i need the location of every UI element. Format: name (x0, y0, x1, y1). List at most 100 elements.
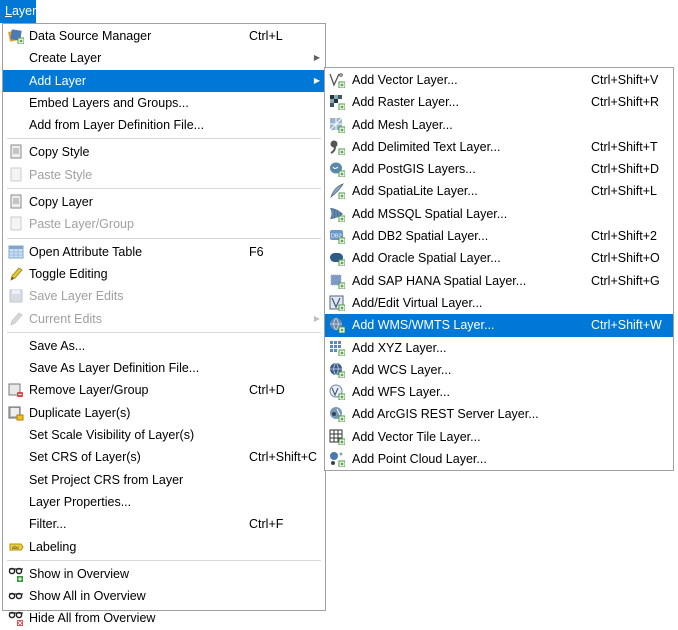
menu-item-copy-layer[interactable]: Copy Layer (3, 191, 325, 213)
menu-item-add-wms-wmts[interactable]: Add WMS/WMTS Layer... Ctrl+Shift+W (325, 314, 673, 337)
menu-item-label: Set Project CRS from Layer (29, 472, 184, 487)
menu-item-shortcut: Ctrl+Shift+2 (591, 229, 658, 244)
menu-item-label: Save Layer Edits (29, 289, 124, 304)
menu-item-label: Hide All from Overview (29, 611, 156, 626)
xyz-icon (329, 340, 345, 356)
copy-style-icon (8, 144, 24, 160)
menu-item-shortcut: Ctrl+Shift+D (591, 162, 660, 177)
menu-item-open-attribute-table[interactable]: Open Attribute Table F6 (3, 241, 325, 263)
menu-item-add-raster[interactable]: Add Raster Layer... Ctrl+Shift+R (325, 91, 673, 113)
menu-item-add-delimited-text[interactable]: Add Delimited Text Layer... Ctrl+Shift+T (325, 136, 673, 158)
menu-item-add-mssql[interactable]: Add MSSQL Spatial Layer... (325, 203, 673, 225)
menu-item-duplicate-layers[interactable]: Duplicate Layer(s) (3, 402, 325, 424)
menu-item-add-oracle[interactable]: Add Oracle Spatial Layer... Ctrl+Shift+O (325, 247, 673, 269)
menu-item-add-mesh[interactable]: Add Mesh Layer... (325, 114, 673, 136)
svg-text:abc: abc (12, 545, 20, 550)
menu-item-embed-layers[interactable]: Embed Layers and Groups... (3, 92, 325, 114)
menu-item-add-point-cloud[interactable]: Add Point Cloud Layer... (325, 448, 673, 470)
menu-item-create-layer[interactable]: Create Layer ▶ (3, 47, 325, 69)
menu-separator (7, 559, 321, 561)
show-overview-icon (8, 566, 24, 582)
menu-item-shortcut: F6 (249, 244, 264, 259)
menu-item-add-arcgis-rest[interactable]: Add ArcGIS REST Server Layer... (325, 403, 673, 425)
menu-item-label: Add MSSQL Spatial Layer... (352, 206, 508, 221)
menu-item-add-vector-tile[interactable]: Add Vector Tile Layer... (325, 426, 673, 448)
menu-item-add-xyz[interactable]: Add XYZ Layer... (325, 337, 673, 359)
labeling-icon: abc (8, 539, 24, 555)
menu-item-save-as[interactable]: Save As... (3, 335, 325, 357)
menu-item-label: Remove Layer/Group (29, 383, 149, 398)
raster-layer-icon (329, 94, 345, 111)
menu-item-set-project-crs[interactable]: Set Project CRS from Layer (3, 469, 325, 491)
menu-item-shortcut: Ctrl+F (249, 517, 284, 532)
menu-item-label: Set Scale Visibility of Layer(s) (29, 428, 195, 443)
menu-item-copy-style[interactable]: Copy Style (3, 141, 325, 163)
menu-item-data-source-manager[interactable]: Data Source Manager Ctrl+L (3, 25, 325, 47)
db2-icon: DB2 (329, 228, 345, 245)
menu-item-add-vector[interactable]: Add Vector Layer... Ctrl+Shift+V (325, 69, 673, 91)
menu-item-label: Save As... (29, 338, 86, 353)
menu-item-show-all-in-overview[interactable]: Show All in Overview (3, 585, 325, 607)
menu-item-label: Add Raster Layer... (352, 95, 460, 110)
menu-item-label: Add WCS Layer... (352, 362, 452, 377)
menu-item-label: Add PostGIS Layers... (352, 162, 476, 177)
wms-icon (329, 317, 345, 334)
menu-item-remove-layer-group[interactable]: Remove Layer/Group Ctrl+D (3, 379, 325, 401)
menu-item-show-in-overview[interactable]: Show in Overview (3, 563, 325, 585)
layer-menu: Data Source Manager Ctrl+L Create Layer ▶ Ad… (2, 23, 326, 627)
menubar-layer[interactable]: Layer (0, 0, 36, 23)
submenu-arrow-icon: ▶ (313, 53, 320, 63)
menu-item-label: Duplicate Layer(s) (29, 405, 131, 420)
vector-layer-icon (329, 72, 345, 88)
menu-item-label: Add Delimited Text Layer... (352, 139, 501, 154)
menu-item-label: Add SAP HANA Spatial Layer... (352, 273, 527, 288)
menu-item-add-sap-hana[interactable]: Add SAP HANA Spatial Layer... Ctrl+Shift+… (325, 270, 673, 292)
menu-item-label: Labeling (29, 539, 77, 554)
menu-item-label: Data Source Manager (29, 29, 152, 43)
menu-item-filter[interactable]: Filter... Ctrl+F (3, 513, 325, 535)
menu-item-add-postgis[interactable]: Add PostGIS Layers... Ctrl+Shift+D (325, 158, 673, 180)
menu-item-label: Add DB2 Spatial Layer... (352, 229, 489, 244)
menu-item-label: Paste Style (29, 167, 93, 182)
point-cloud-icon (329, 451, 345, 468)
menu-item-save-as-layer-def[interactable]: Save As Layer Definition File... (3, 357, 325, 379)
vector-tile-icon (329, 429, 345, 445)
menu-item-shortcut: Ctrl+Shift+T (591, 139, 658, 154)
paste-style-icon (8, 167, 24, 183)
show-all-overview-icon (8, 588, 24, 604)
menu-item-add-virtual[interactable]: Add/Edit Virtual Layer... (325, 292, 673, 314)
menu-item-label: Add Point Cloud Layer... (352, 452, 487, 467)
menu-item-set-crs-of-layers[interactable]: Set CRS of Layer(s) Ctrl+Shift+C (3, 446, 325, 468)
remove-layer-icon (8, 382, 24, 398)
menu-item-add-db2[interactable]: DB2 Add DB2 Spatial Layer... Ctrl+Shift+2 (325, 225, 673, 247)
menu-item-labeling[interactable]: abc Labeling (3, 536, 325, 558)
menubar-layer-rest: ayer (11, 4, 37, 18)
menu-item-label: Embed Layers and Groups... (29, 95, 189, 110)
menu-item-shortcut: Ctrl+Shift+L (591, 184, 658, 199)
menu-item-toggle-editing[interactable]: Toggle Editing (3, 263, 325, 285)
attribute-table-icon (8, 244, 24, 260)
menu-item-paste-style[interactable]: Paste Style (3, 164, 325, 186)
menu-item-add-from-layer-def[interactable]: Add from Layer Definition File... (3, 114, 325, 136)
menu-item-label: Filter... (29, 517, 67, 532)
menu-item-set-scale-visibility[interactable]: Set Scale Visibility of Layer(s) (3, 424, 325, 446)
menu-item-add-wcs[interactable]: Add WCS Layer... (325, 359, 673, 381)
menu-item-add-wfs[interactable]: Add WFS Layer... (325, 381, 673, 403)
menu-item-label: Add Vector Layer... (352, 73, 458, 87)
menu-item-label: Set CRS of Layer(s) (29, 450, 141, 465)
menu-item-label: Add XYZ Layer... (352, 340, 447, 355)
menu-item-shortcut: Ctrl+Shift+R (591, 95, 660, 110)
mesh-layer-icon (329, 117, 345, 133)
menu-item-label: Layer Properties... (29, 494, 132, 509)
menu-item-label: Copy Style (29, 145, 90, 160)
menu-item-paste-layer-group[interactable]: Paste Layer/Group (3, 213, 325, 235)
spatialite-icon (329, 183, 345, 200)
menu-item-save-layer-edits[interactable]: Save Layer Edits (3, 285, 325, 307)
menu-item-add-layer[interactable]: Add Layer ▶ (3, 69, 325, 92)
menu-item-label: Paste Layer/Group (29, 217, 134, 232)
paste-layer-icon (8, 216, 24, 232)
menu-item-layer-properties[interactable]: Layer Properties... (3, 491, 325, 513)
menu-item-hide-all-from-overview[interactable]: Hide All from Overview (3, 607, 325, 629)
menu-item-current-edits[interactable]: Current Edits ▶ (3, 308, 325, 330)
menu-item-add-spatialite[interactable]: Add SpatiaLite Layer... Ctrl+Shift+L (325, 180, 673, 202)
